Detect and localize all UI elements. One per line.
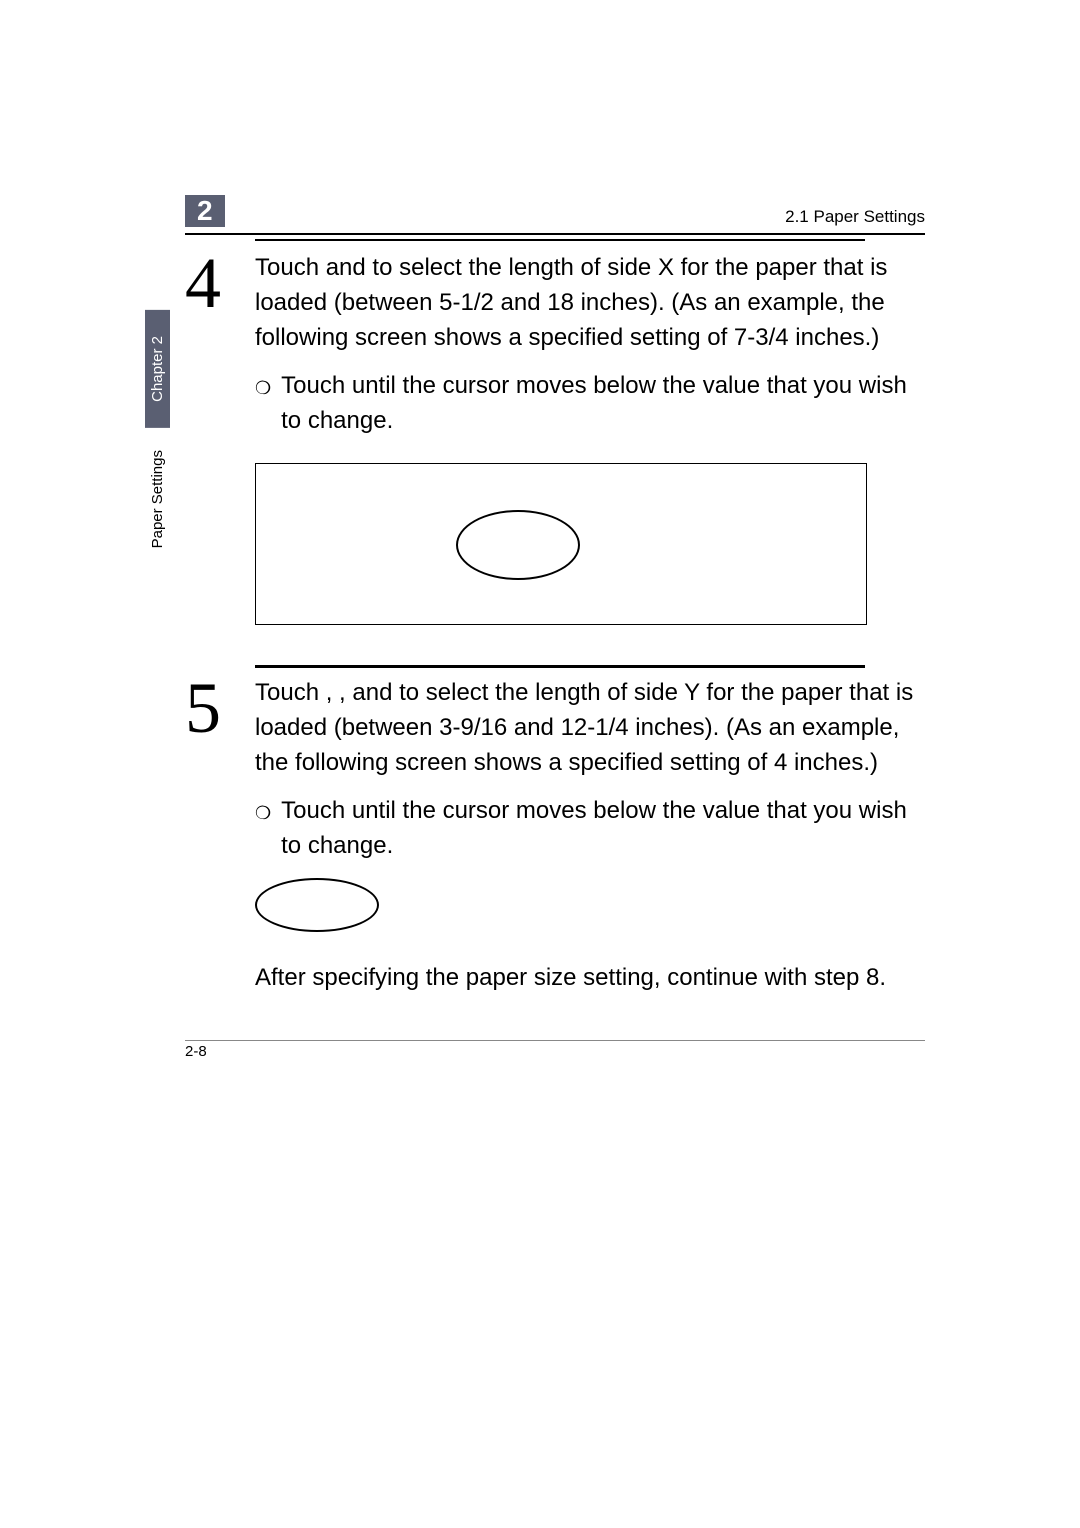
header-rule: [185, 233, 925, 235]
step-5-number: 5: [185, 680, 255, 738]
side-tab-chapter: Chapter 2: [145, 310, 170, 428]
highlight-ellipse-icon: [255, 878, 379, 932]
side-tab: Chapter 2 Paper Settings: [145, 310, 175, 570]
step-4-text: Touch and to select the length of side X…: [255, 251, 925, 355]
page-number: 2-8: [185, 1043, 925, 1060]
chapter-number-box: 2: [185, 195, 225, 227]
step-4-number: 4: [185, 255, 255, 313]
bullet-icon: ❍: [255, 375, 271, 401]
step-5: 5 Touch , , and to select the length of …: [185, 676, 925, 1010]
step-4-body: Touch and to select the length of side X…: [255, 251, 925, 453]
step-5-after-text: After specifying the paper size setting,…: [255, 961, 925, 996]
step-5-text: Touch , , and to select the length of si…: [255, 676, 925, 780]
bullet-icon: ❍: [255, 800, 271, 826]
step-5-inline-figure: [255, 878, 925, 943]
step-5-sub-text: Touch until the cursor moves below the v…: [281, 794, 925, 864]
page-header: 2 2.1 Paper Settings: [185, 195, 925, 227]
step-5-body: Touch , , and to select the length of si…: [255, 676, 925, 1010]
step-4-screen-figure: [255, 463, 867, 625]
step4-top-rule: [255, 239, 865, 241]
step5-top-rule: [255, 665, 865, 668]
step-4: 4 Touch and to select the length of side…: [185, 251, 925, 453]
step-5-subitem: ❍ Touch until the cursor moves below the…: [255, 794, 925, 864]
step-4-sub-text: Touch until the cursor moves below the v…: [281, 369, 925, 439]
section-title: 2.1 Paper Settings: [785, 207, 925, 227]
step-4-subitem: ❍ Touch until the cursor moves below the…: [255, 369, 925, 439]
side-tab-section: Paper Settings: [145, 428, 170, 570]
highlight-ellipse-icon: [456, 510, 580, 580]
page-content: 2 2.1 Paper Settings 4 Touch and to sele…: [185, 195, 925, 1060]
footer-rule: [185, 1040, 925, 1041]
